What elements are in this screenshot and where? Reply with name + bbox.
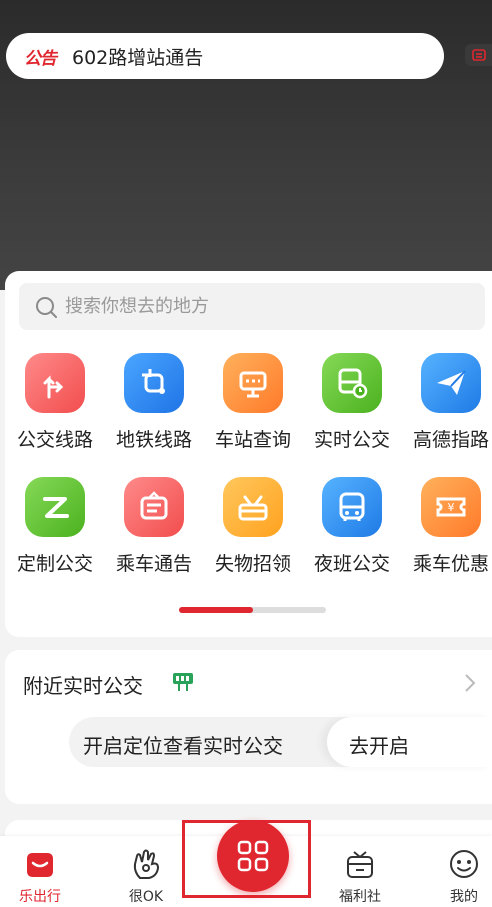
chevron-right-icon[interactable] [463,672,477,694]
profile-face-icon [424,846,492,882]
paper-plane-icon [421,353,481,413]
search-input[interactable] [65,296,445,317]
tab-label: 乐出行 [19,889,61,905]
subway-path-icon [124,353,184,413]
search-bar[interactable] [19,283,485,330]
enable-location-label: 去开启 [349,734,409,758]
service-subway-routes[interactable]: 地铁线路 [104,353,204,452]
carousel-progress [179,607,326,613]
enable-location-button[interactable]: 去开启 [327,717,492,767]
service-custom-bus[interactable]: 定制公交 [5,477,105,576]
coupon-ticket-icon: ¥ [421,477,481,537]
service-label: 乘车优惠 [412,553,489,575]
service-label: 公交线路 [16,429,93,451]
service-label: 定制公交 [16,553,93,575]
notice-text: 602路增站通告 [72,46,204,69]
tab-welfare[interactable]: 福利社 [320,836,400,906]
bus-stop-sign-icon [173,673,193,691]
service-label: 失物招领 [214,553,291,575]
nearby-realtime-card[interactable]: 附近实时公交 开启定位查看实时公交 去开启 [5,650,492,804]
service-ride-discount[interactable]: ¥ 乘车优惠 [401,477,492,576]
tab-label: 福利社 [339,889,381,905]
tab-home[interactable]: 乐出行 [0,836,80,906]
svg-text:¥: ¥ [448,501,455,514]
home-icon [0,846,80,882]
service-night-bus[interactable]: 夜班公交 [302,477,402,576]
locate-pill: 开启定位查看实时公交 去开启 [69,717,492,767]
carousel-progress-fill [179,607,253,613]
service-label: 乘车通告 [115,553,192,575]
service-realtime-bus[interactable]: 实时公交 [302,353,402,452]
services-panel: 公交线路 地铁线路 车站查询 实时公交 高德指路 定制公交 乘车通告 [5,271,492,637]
welfare-box-icon [320,846,400,882]
notice-banner[interactable]: 公告 602路增站通告 [6,33,444,79]
route-arrow-icon [25,353,85,413]
service-label: 车站查询 [214,429,291,451]
service-lost-found[interactable]: 失物招领 [203,477,303,576]
scan-button[interactable] [217,820,289,892]
notice-tag: 公告 [24,48,57,69]
notice-board-icon [124,477,184,537]
map-layer-button[interactable] [465,44,492,66]
locate-prompt: 开启定位查看实时公交 [83,734,283,758]
realtime-bus-icon [322,353,382,413]
list-icon [471,49,486,61]
night-bus-icon [322,477,382,537]
tab-label: 很OK [128,889,164,905]
nearby-title: 附近实时公交 [23,674,143,698]
tab-label: 我的 [450,889,478,905]
ok-hand-icon [106,846,186,882]
service-label: 夜班公交 [313,553,390,575]
scan-qr-icon [237,840,269,872]
service-label: 实时公交 [313,429,390,451]
station-board-icon [223,353,283,413]
service-label: 高德指路 [412,429,489,451]
service-amap-guide[interactable]: 高德指路 [401,353,492,452]
service-label: 地铁线路 [115,429,192,451]
custom-bus-icon [25,477,85,537]
search-icon [36,296,57,318]
service-bus-routes[interactable]: 公交线路 [5,353,105,452]
tab-profile[interactable]: 我的 [424,836,492,906]
service-station-query[interactable]: 车站查询 [203,353,303,452]
tab-ok[interactable]: 很OK [106,836,186,906]
lost-found-basket-icon [223,477,283,537]
service-ride-notice[interactable]: 乘车通告 [104,477,204,576]
